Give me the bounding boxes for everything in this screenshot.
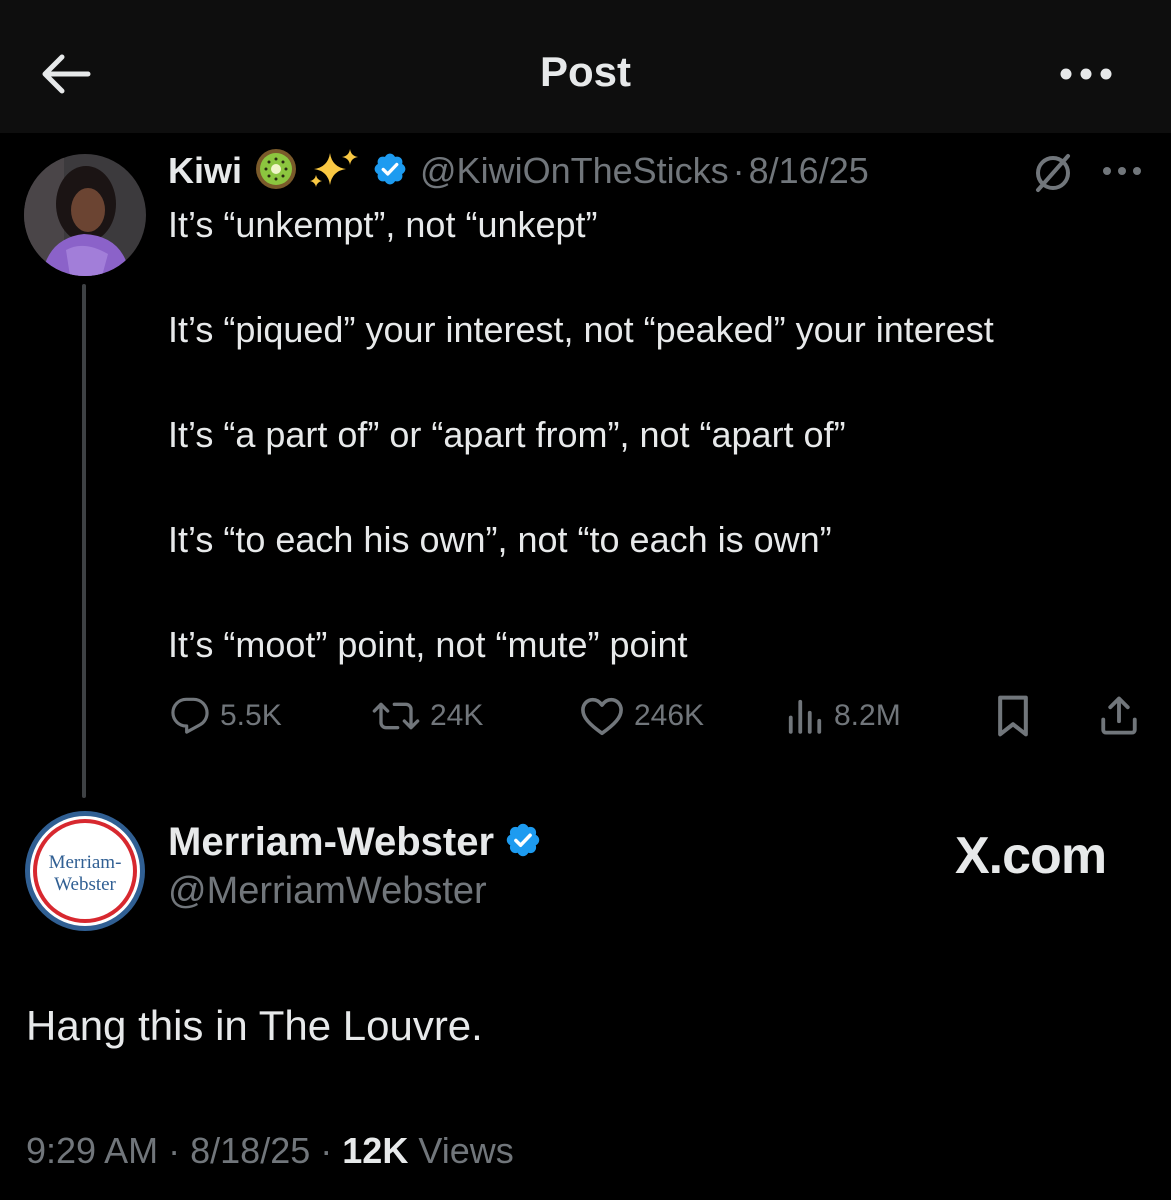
post-meta: 9:29 AM · 8/18/25 · 12K Views: [26, 1130, 514, 1172]
bookmark-button[interactable]: [994, 692, 1032, 740]
post-screen: Post Kiwi @KiwiOnTheSticks · 8/16/25 It’…: [0, 0, 1171, 1200]
avatar-text: Merriam-: [49, 852, 122, 873]
merriam-webster-avatar[interactable]: Merriam- Webster: [24, 810, 146, 932]
share-icon: [1101, 696, 1137, 735]
tweet-author-row: Kiwi @KiwiOnTheSticks · 8/16/25: [168, 146, 869, 196]
avatar-text: Webster: [54, 874, 116, 895]
share-button[interactable]: [1098, 692, 1140, 740]
tweet-line: It’s “unkempt”, not “unkept”: [168, 204, 598, 245]
post-date[interactable]: 8/18/25: [190, 1130, 310, 1171]
separator: ·: [320, 1130, 333, 1171]
x-com-watermark: X.com: [955, 827, 1107, 885]
kiwi-sparkles-emoji-icon: [254, 147, 362, 196]
page-title: Post: [539, 48, 631, 95]
thread-line: [82, 284, 86, 798]
verified-badge-icon[interactable]: [372, 151, 408, 192]
tweet-line: It’s “to each his own”, not “to each is …: [168, 519, 832, 560]
tweet-line: It’s “a part of” or “apart from”, not “a…: [168, 414, 846, 455]
repost-count: 24K: [430, 699, 484, 732]
views-icon: [788, 699, 822, 734]
repost-icon: [372, 702, 420, 730]
reply-button[interactable]: 5.5K: [170, 692, 282, 740]
top-bar: Post: [0, 0, 1171, 133]
views-button[interactable]: 8.2M: [786, 692, 901, 740]
views-count: 12K: [342, 1130, 409, 1171]
grok-icon[interactable]: [1032, 152, 1074, 194]
avatar[interactable]: [24, 154, 146, 276]
tweet-text: It’s “unkempt”, not “unkept” It’s “pique…: [168, 202, 1158, 727]
view-count: 8.2M: [834, 699, 901, 732]
reply-count: 5.5K: [220, 699, 282, 732]
reply-author-row: Merriam-Webster: [168, 820, 542, 865]
reply-icon: [171, 697, 209, 734]
author-handle[interactable]: @KiwiOnTheSticks: [420, 150, 729, 192]
like-button[interactable]: 246K: [580, 692, 704, 740]
repost-button[interactable]: 24K: [372, 692, 483, 740]
author-name[interactable]: Kiwi: [168, 150, 242, 192]
more-horizontal-icon[interactable]: [1058, 62, 1114, 86]
separator: ·: [168, 1130, 181, 1171]
like-icon: [581, 697, 623, 736]
bookmark-icon: [998, 695, 1028, 737]
separator: ·: [732, 150, 745, 191]
views-label: Views: [418, 1130, 514, 1171]
like-count: 246K: [634, 699, 705, 732]
verified-badge-icon[interactable]: [504, 821, 542, 864]
tweet-more-icon[interactable]: [1101, 163, 1143, 179]
tweet-line: It’s “piqued” your interest, not “peaked…: [168, 309, 994, 350]
reply-author-name[interactable]: Merriam-Webster: [168, 820, 494, 865]
reply-author-handle[interactable]: @MerriamWebster: [168, 870, 487, 913]
tweet-date[interactable]: 8/16/25: [749, 150, 869, 192]
reply-text: Hang this in The Louvre.: [26, 1002, 483, 1049]
post-time[interactable]: 9:29 AM: [26, 1130, 158, 1171]
